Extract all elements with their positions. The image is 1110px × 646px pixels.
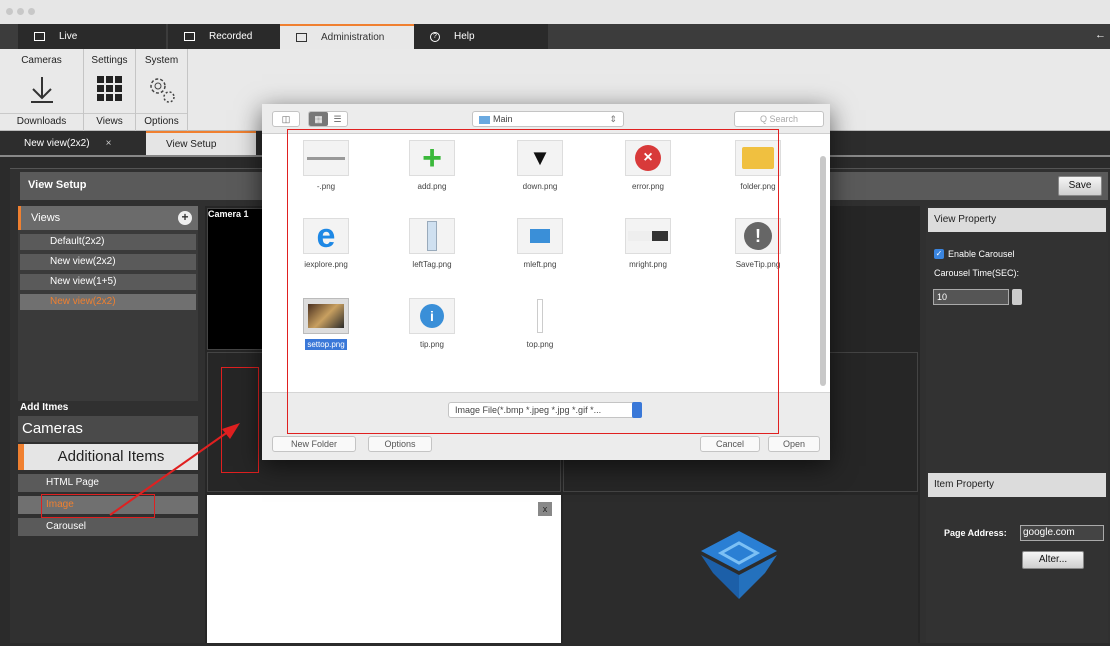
download-icon[interactable] [0,75,83,108]
tab-help[interactable]: ? Help [414,24,548,49]
monitor-icon [34,32,45,41]
enable-carousel-label: Enable Carousel [948,249,1015,259]
view-item[interactable]: New view(2x2) [20,254,196,270]
chevron-updown-icon: ⇕ [609,114,617,124]
minimize-window-button[interactable] [17,8,24,15]
gear-icon[interactable] [136,75,187,108]
help-icon: ? [430,31,440,42]
grid-icon[interactable] [84,75,135,106]
play-icon [184,32,195,41]
annotation-box [287,129,779,434]
main-tab-bar: Live Recorded Administration ? Help ← [0,24,1110,49]
ribbon-group-title: System [144,55,179,66]
tab-live-label: Live [59,31,78,42]
annotation-box [41,494,155,518]
carousel-time-input[interactable]: 10 [933,289,1009,305]
views-button[interactable]: Views [84,113,135,127]
view-property-header: View Property [928,208,1106,232]
tab-view-setup-label: View Setup [166,138,217,150]
camera-label: Camera 1 [208,209,249,219]
folder-icon [296,33,307,42]
item-property-header: Item Property [928,473,1106,497]
exit-icon[interactable]: ← [1095,29,1106,41]
folder-select[interactable]: Main ⇕ [472,111,624,127]
file-grid-scrollbar[interactable] [820,156,826,386]
add-view-icon[interactable]: + [178,211,192,225]
cube-logo-icon [701,531,777,599]
close-icon[interactable]: × [106,138,112,149]
view-item[interactable]: Default(2x2) [20,234,196,250]
search-input[interactable]: Q Search [734,111,824,127]
alter-button[interactable]: Alter... [1022,551,1084,569]
tab-recorded[interactable]: Recorded [168,24,280,49]
tab-live[interactable]: Live [18,24,166,49]
folder-icon [479,115,490,124]
page-address-input[interactable]: google.com [1020,525,1104,541]
view-item-label: New view(2x2) [50,256,116,267]
enable-carousel-checkbox[interactable]: ✓ Enable Carousel [934,249,1015,259]
carousel-time-label: Carousel Time(SEC): [934,268,1020,278]
ribbon-group-system: System Options [136,49,188,131]
folder-select-label: Main [493,114,513,124]
tab-new-view-label: New view(2x2) [24,137,90,149]
zoom-window-button[interactable] [28,8,35,15]
downloads-button[interactable]: Downloads [0,113,83,127]
close-cell-button[interactable]: x [538,502,552,516]
page-address-label: Page Address: [944,528,1007,538]
ribbon-group-cameras: Cameras Downloads [0,49,84,131]
icon-view-icon[interactable]: ▦ [309,112,328,126]
open-button[interactable]: Open [768,436,820,452]
tab-view-setup[interactable]: View Setup [146,131,256,155]
sidebar-toggle-icon[interactable]: ◫ [272,111,300,127]
image-cell[interactable] [563,495,918,643]
annotation-box [221,367,259,473]
tab-recorded-label: Recorded [209,31,253,42]
view-item-label: New view(2x2) [50,296,116,307]
cancel-button[interactable]: Cancel [700,436,760,452]
stepper-icon[interactable] [1012,289,1022,305]
tab-new-view[interactable]: New view(2x2) × [14,131,144,155]
view-item-label: Default(2x2) [50,236,105,247]
tab-administration-label: Administration [321,32,385,43]
tab-help-label: Help [454,31,475,42]
save-button[interactable]: Save [1058,176,1102,196]
ribbon-group-title: Settings [91,55,128,66]
add-item-label: HTML Page [46,477,99,488]
options-button[interactable]: Options [136,113,187,127]
view-item-selected[interactable]: New view(2x2) [20,294,196,310]
dialog-options-button[interactable]: Options [368,436,432,452]
view-mode-toggle[interactable]: ▦ ☰ [308,111,348,127]
views-header: Views [18,206,198,230]
ribbon-group-settings: Settings Views [84,49,136,131]
tab-administration[interactable]: Administration [280,24,414,49]
view-item[interactable]: New view(1+5) [20,274,196,290]
new-folder-button[interactable]: New Folder [272,436,356,452]
html-page-cell[interactable] [207,495,561,643]
list-view-icon[interactable]: ☰ [328,112,347,126]
add-items-label: Add Itmes [20,402,69,413]
view-item-label: New view(1+5) [50,276,117,287]
close-window-button[interactable] [6,8,13,15]
ribbon-group-title: Cameras [21,55,62,66]
window-titlebar [0,0,1110,24]
checkmark-icon: ✓ [934,249,944,259]
add-item-label: Carousel [46,521,87,532]
